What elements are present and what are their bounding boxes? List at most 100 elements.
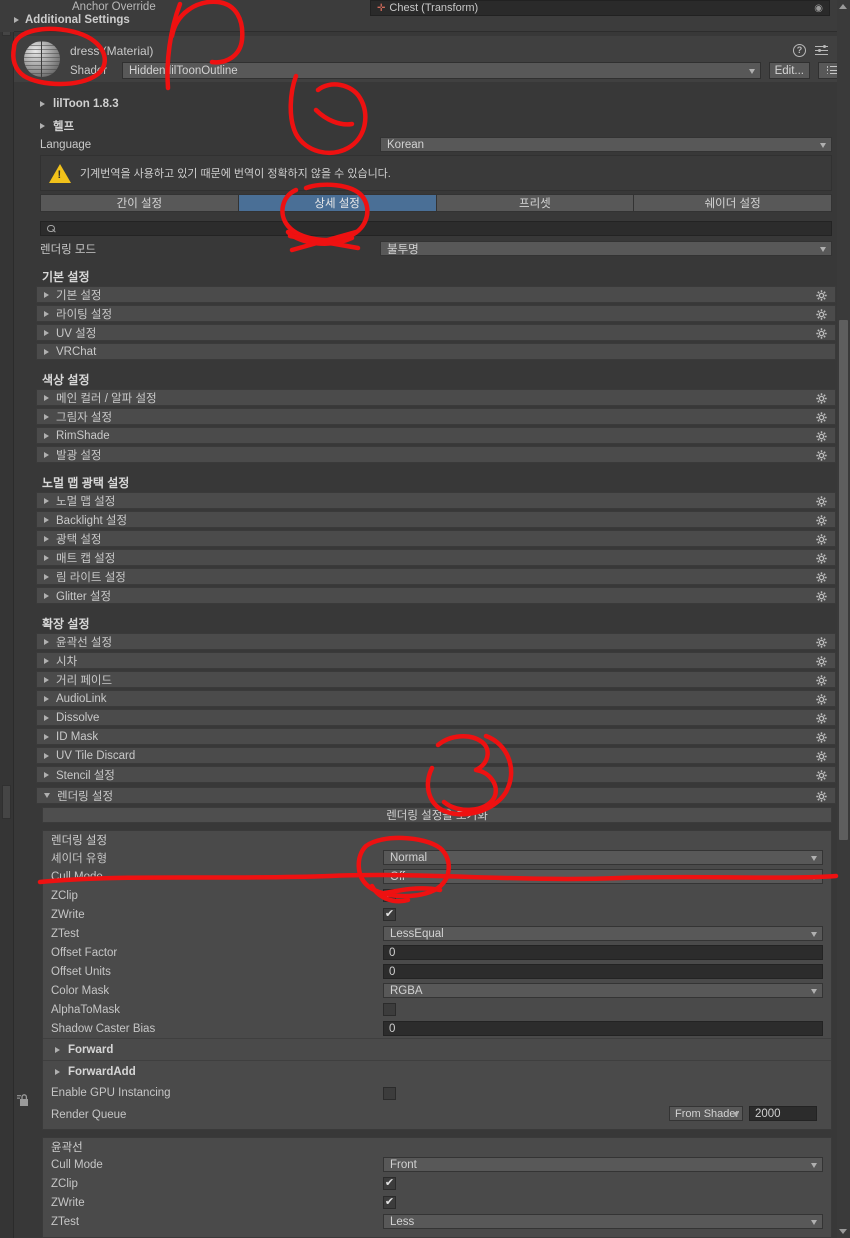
- render-queue-input[interactable]: 2000: [749, 1106, 817, 1121]
- scrollbar-thumb[interactable]: [839, 320, 848, 840]
- accordion-basic-settings[interactable]: 기본 설정: [36, 286, 836, 303]
- chevron-right-icon: [44, 432, 49, 439]
- row-outline-zclip: ZClip: [43, 1174, 831, 1193]
- gear-icon[interactable]: [816, 591, 827, 602]
- offset-factor-input[interactable]: 0: [383, 945, 823, 960]
- gear-icon[interactable]: [816, 770, 827, 781]
- tab-preset[interactable]: 프리셋: [435, 194, 634, 212]
- gear-icon[interactable]: [816, 496, 827, 507]
- reset-rendering-settings-button[interactable]: 렌더링 설정을 초기화: [42, 807, 832, 823]
- gear-icon[interactable]: [816, 791, 827, 802]
- accordion-label: ID Mask: [56, 730, 99, 743]
- anchor-override-field[interactable]: ✛ Chest (Transform) ◉: [370, 0, 830, 16]
- accordion-rendering-settings[interactable]: 렌더링 설정: [36, 787, 836, 804]
- accordion-lighting-settings[interactable]: 라이팅 설정: [36, 305, 836, 322]
- zclip-checkbox[interactable]: [383, 889, 396, 902]
- scroll-up-arrow[interactable]: [839, 4, 847, 9]
- row-shader-type: 셰이더 유형 Normal: [43, 848, 831, 867]
- accordion-dissolve[interactable]: Dissolve: [36, 709, 836, 726]
- row-label: ZClip: [51, 889, 78, 902]
- gear-icon[interactable]: [816, 751, 827, 762]
- chevron-down-icon: [811, 989, 817, 994]
- accordion-audiolink[interactable]: AudioLink: [36, 690, 836, 707]
- offset-units-input[interactable]: 0: [383, 964, 823, 979]
- render-mode-row: 렌더링 모드 불투명: [40, 241, 832, 256]
- cull-mode-dropdown[interactable]: Off: [383, 869, 823, 884]
- render-queue-source-dropdown[interactable]: From Shader: [669, 1106, 743, 1121]
- shader-dropdown[interactable]: Hidden/lilToonOutline: [122, 62, 761, 79]
- accordion-emission[interactable]: 발광 설정: [36, 446, 836, 463]
- accordion-normal-map[interactable]: 노멀 맵 설정: [36, 492, 836, 509]
- edit-shader-button[interactable]: Edit...: [768, 62, 810, 79]
- outline-cull-mode-dropdown[interactable]: Front: [383, 1157, 823, 1172]
- ztest-dropdown[interactable]: LessEqual: [383, 926, 823, 941]
- accordion-glitter[interactable]: Glitter 설정: [36, 587, 836, 604]
- gear-icon[interactable]: [816, 309, 827, 320]
- ztest-value: LessEqual: [390, 927, 444, 940]
- gear-icon[interactable]: [816, 553, 827, 564]
- gear-icon[interactable]: [816, 675, 827, 686]
- render-mode-dropdown[interactable]: 불투명: [380, 241, 832, 256]
- help-foldout[interactable]: 헬프: [40, 118, 74, 134]
- accordion-outline-settings[interactable]: 윤곽선 설정: [36, 633, 836, 650]
- accordion-matcap[interactable]: 매트 캡 설정: [36, 549, 836, 566]
- gear-icon[interactable]: [816, 637, 827, 648]
- scroll-down-arrow[interactable]: [839, 1229, 847, 1234]
- accordion-stencil[interactable]: Stencil 설정: [36, 766, 836, 783]
- accordion-id-mask[interactable]: ID Mask: [36, 728, 836, 745]
- foldout-forward-add[interactable]: ForwardAdd: [43, 1060, 831, 1082]
- gpu-instancing-checkbox[interactable]: [383, 1086, 396, 1100]
- rail-tab-mid[interactable]: [2, 785, 11, 819]
- tab-simple[interactable]: 간이 설정: [40, 194, 238, 212]
- gear-icon[interactable]: [816, 515, 827, 526]
- gear-icon[interactable]: [816, 694, 827, 705]
- row-label: ZWrite: [51, 1196, 85, 1209]
- outline-zclip-checkbox[interactable]: [383, 1177, 396, 1190]
- shader-type-dropdown[interactable]: Normal: [383, 850, 823, 865]
- gear-icon[interactable]: [816, 713, 827, 724]
- gear-icon[interactable]: [816, 732, 827, 743]
- tab-shader[interactable]: 쉐이더 설정: [633, 194, 832, 212]
- alpha-to-mask-checkbox[interactable]: [383, 1003, 396, 1016]
- shadow-caster-bias-input[interactable]: 0: [383, 1021, 823, 1036]
- preset-icon[interactable]: [815, 44, 829, 57]
- accordion-label: Glitter 설정: [56, 590, 112, 603]
- gear-icon[interactable]: [816, 328, 827, 339]
- accordion-uv-tile-discard[interactable]: UV Tile Discard: [36, 747, 836, 764]
- accordion-rimlight[interactable]: 림 라이트 설정: [36, 568, 836, 585]
- render-mode-value: 불투명: [387, 243, 419, 256]
- accordion-distance-fade[interactable]: 거리 페이드: [36, 671, 836, 688]
- gear-icon[interactable]: [816, 431, 827, 442]
- accordion-gloss[interactable]: 광택 설정: [36, 530, 836, 547]
- accordion-main-color-alpha[interactable]: 메인 컬러 / 알파 설정: [36, 389, 836, 406]
- chevron-right-icon: [40, 123, 45, 129]
- gear-icon[interactable]: [816, 412, 827, 423]
- chevron-right-icon: [44, 714, 49, 721]
- row-label: Render Queue: [51, 1108, 127, 1121]
- foldout-forward[interactable]: Forward: [43, 1038, 831, 1060]
- liltoon-version-foldout[interactable]: lilToon 1.8.3: [40, 98, 119, 110]
- accordion-backlight[interactable]: Backlight 설정: [36, 511, 836, 528]
- accordion-shadow-settings[interactable]: 그림자 설정: [36, 408, 836, 425]
- lock-icon[interactable]: [16, 1092, 30, 1108]
- accordion-uv-settings[interactable]: UV 설정: [36, 324, 836, 341]
- accordion-rimshade[interactable]: RimShade: [36, 427, 836, 444]
- object-picker-icon[interactable]: ◉: [814, 3, 823, 14]
- accordion-parallax[interactable]: 시차: [36, 652, 836, 669]
- gear-icon[interactable]: [816, 656, 827, 667]
- gear-icon[interactable]: [816, 393, 827, 404]
- gear-icon[interactable]: [816, 290, 827, 301]
- gear-icon[interactable]: [816, 572, 827, 583]
- accordion-vrchat[interactable]: VRChat: [36, 343, 836, 360]
- color-mask-dropdown[interactable]: RGBA: [383, 983, 823, 998]
- gear-icon[interactable]: [816, 450, 827, 461]
- gear-icon[interactable]: [816, 534, 827, 545]
- additional-settings-foldout[interactable]: Additional Settings: [14, 14, 130, 26]
- language-dropdown[interactable]: Korean: [380, 137, 832, 152]
- outline-ztest-dropdown[interactable]: Less: [383, 1214, 823, 1229]
- outline-zwrite-checkbox[interactable]: [383, 1196, 396, 1209]
- search-input[interactable]: [40, 221, 832, 236]
- zwrite-checkbox[interactable]: [383, 908, 396, 921]
- tab-advanced[interactable]: 상세 설정: [237, 194, 436, 212]
- help-icon[interactable]: ?: [793, 43, 806, 57]
